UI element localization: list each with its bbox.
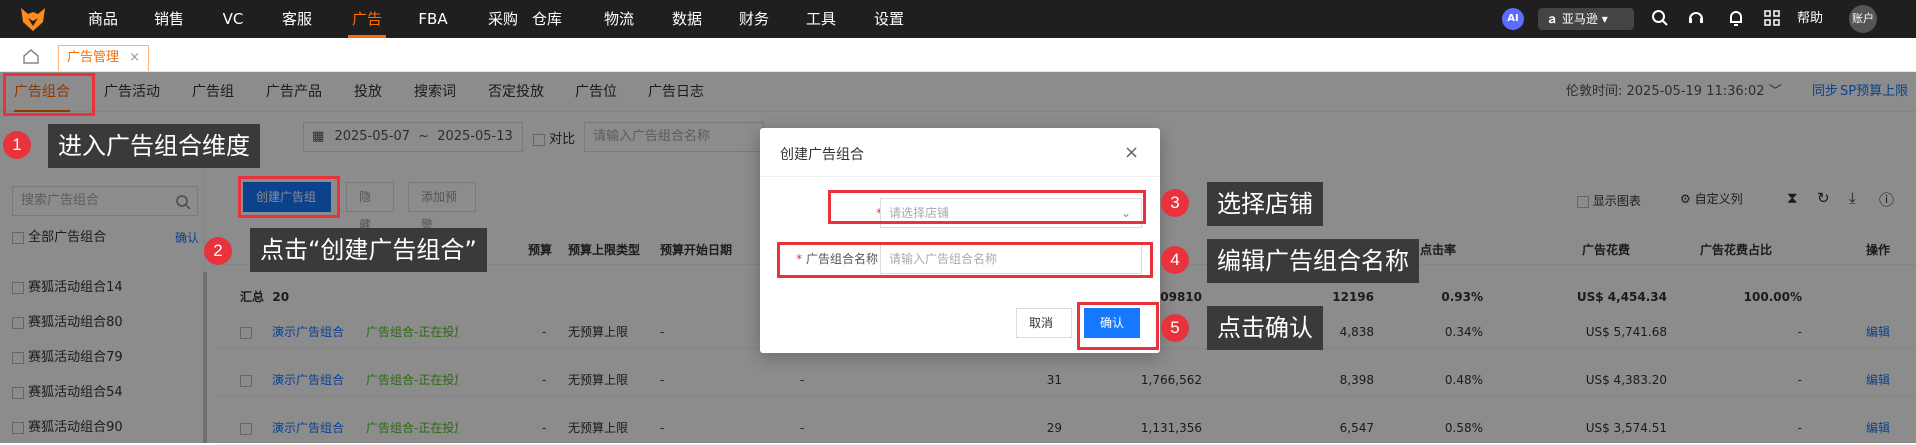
close-icon[interactable]: × bbox=[129, 50, 140, 65]
nav-item-8[interactable]: 物流 bbox=[600, 0, 638, 38]
nav-item-1[interactable]: 销售 bbox=[150, 0, 188, 38]
step-callout: 点击确认 bbox=[1207, 306, 1323, 350]
apps-grid-icon[interactable] bbox=[1763, 9, 1781, 27]
marketplace-select[interactable]: ａ 亚马逊 ▾ bbox=[1538, 8, 1634, 30]
tab-label: 广告管理 bbox=[67, 50, 120, 65]
highlight-name-input bbox=[777, 242, 1153, 278]
nav-item-10[interactable]: 财务 bbox=[735, 0, 773, 38]
nav-item-3[interactable]: 客服 bbox=[278, 0, 316, 38]
nav-item-2[interactable]: VC bbox=[218, 0, 248, 38]
highlight-portfolio-tab bbox=[3, 73, 95, 116]
modal-title: 创建广告组合 bbox=[780, 147, 864, 163]
nav-item-4[interactable]: 广告 bbox=[348, 0, 386, 38]
modal-divider bbox=[760, 176, 1160, 177]
nav-item-0[interactable]: 商品 bbox=[84, 0, 122, 38]
home-icon[interactable] bbox=[22, 47, 40, 65]
highlight-confirm-button bbox=[1077, 302, 1159, 350]
highlight-create-button bbox=[238, 176, 340, 218]
cancel-button[interactable]: 取消 bbox=[1016, 308, 1072, 338]
step-callout: 选择店铺 bbox=[1207, 182, 1323, 226]
nav-item-9[interactable]: 数据 bbox=[668, 0, 706, 38]
step-callout: 编辑广告组合名称 bbox=[1207, 239, 1419, 283]
nav-item-12[interactable]: 设置 bbox=[870, 0, 908, 38]
nav-item-5[interactable]: FBA bbox=[414, 0, 452, 38]
step-number-badge: 2 bbox=[204, 237, 232, 265]
nav-item-11[interactable]: 工具 bbox=[802, 0, 840, 38]
step-callout: 进入广告组合维度 bbox=[48, 124, 260, 168]
marketplace-label: 亚马逊 bbox=[1561, 12, 1598, 26]
step-number-badge: 5 bbox=[1161, 314, 1189, 342]
bell-icon[interactable] bbox=[1727, 9, 1745, 27]
tab-ad-management[interactable]: 广告管理 × bbox=[58, 45, 150, 71]
headset-support-icon[interactable] bbox=[1687, 9, 1705, 27]
caret-down-icon: ▾ bbox=[1601, 12, 1608, 26]
step-number-badge: 4 bbox=[1161, 246, 1189, 274]
step-callout: 点击“创建广告组合” bbox=[250, 228, 487, 272]
highlight-store-select bbox=[828, 190, 1146, 224]
brand-logo-icon[interactable] bbox=[18, 4, 48, 34]
nav-item-7[interactable]: 仓库 bbox=[528, 0, 566, 38]
ai-assistant-icon[interactable]: AI bbox=[1502, 8, 1524, 30]
amazon-icon: ａ bbox=[1546, 12, 1559, 26]
help-link[interactable]: 帮助 bbox=[1797, 0, 1823, 38]
nav-item-6[interactable]: 采购 bbox=[484, 0, 522, 38]
search-icon[interactable] bbox=[1651, 9, 1669, 27]
step-number-badge: 3 bbox=[1161, 189, 1189, 217]
step-number-badge: 1 bbox=[3, 131, 31, 159]
close-icon[interactable]: × bbox=[1124, 142, 1139, 163]
top-navigation: 商品 销售 VC 客服 广告 FBA 采购 仓库 物流 数据 财务 工具 设置 AI ａ 亚马逊 ▾ 帮… bbox=[0, 0, 1916, 38]
account-avatar[interactable]: 账户 bbox=[1849, 5, 1877, 33]
page-tab-bar: 广告管理 × bbox=[0, 38, 1916, 72]
